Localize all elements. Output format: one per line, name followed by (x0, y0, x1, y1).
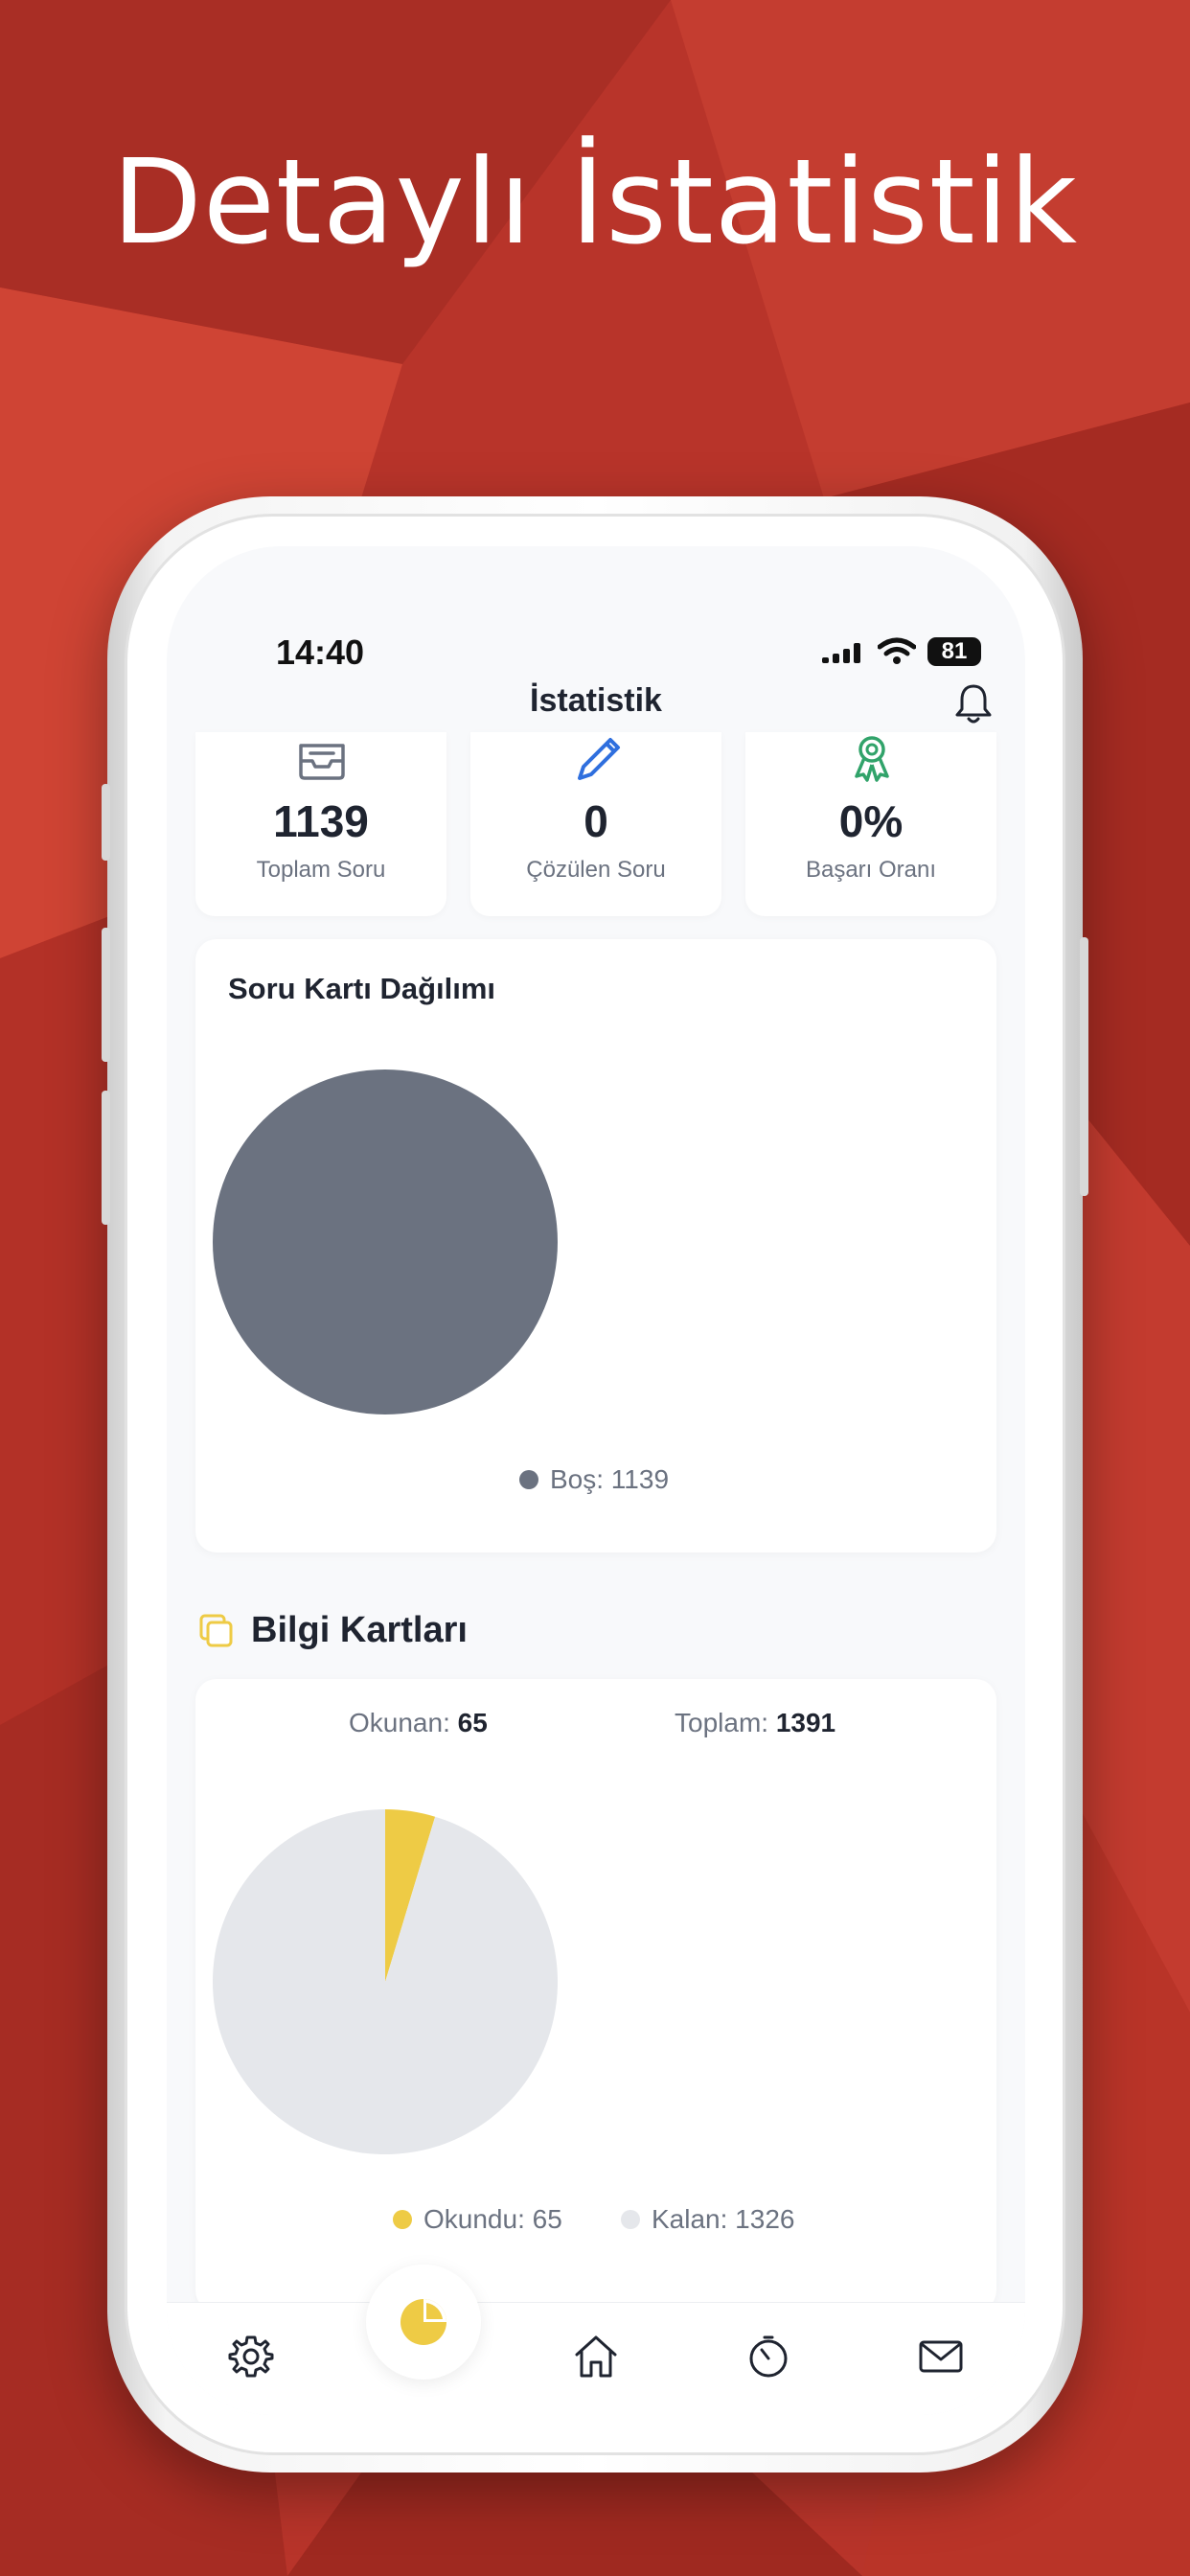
phone-side-button (102, 784, 110, 861)
stat-card-solved-questions: 0 Çözülen Soru (470, 732, 721, 916)
legend-label-remaining: Kalan: 1326 (652, 2204, 795, 2234)
headline-title: Detaylı İstatistik (111, 134, 1079, 270)
app-screen: 14:40 81 İstatistik 1139 Toplam Soru 0 Ç… (167, 546, 1025, 2415)
phone-power-button (1080, 937, 1088, 1196)
phone-volume-down-button (102, 1091, 110, 1225)
legend-label-empty: Boş: 1139 (550, 1464, 670, 1494)
read-count-value: 65 (457, 1708, 488, 1737)
stat-card-success-rate: 0% Başarı Oranı (745, 732, 996, 916)
bell-icon[interactable] (952, 680, 995, 726)
phone-frame: 14:40 81 İstatistik 1139 Toplam Soru 0 Ç… (102, 496, 1088, 2472)
read-count-label: Okunan: (349, 1708, 450, 1737)
signal-icon (822, 643, 860, 663)
stat-label-solved: Çözülen Soru (526, 857, 666, 883)
question-legend: Boş: 1139 (519, 1464, 669, 1495)
info-cards-section-title: Bilgi Kartları (251, 1610, 468, 1650)
timer-icon[interactable] (744, 2332, 793, 2381)
phone-volume-up-button (102, 928, 110, 1062)
status-icons: 81 (820, 631, 993, 673)
pie-chart-icon (400, 2299, 446, 2345)
info-legend-remaining: Kalan: 1326 (621, 2204, 794, 2235)
bottom-tab-bar (167, 2265, 1025, 2415)
total-count: Toplam: 1391 (675, 1708, 835, 1738)
question-pie-chart (213, 1070, 558, 1414)
home-icon[interactable] (571, 2332, 621, 2381)
question-distribution-card: Soru Kartı Dağılımı Boş: 1139 (195, 939, 996, 1552)
info-cards-card: Okunan: 65 Toplam: 1391 Okundu: 65 Kalan… (195, 1679, 996, 2312)
cards-icon (199, 1614, 233, 1646)
total-count-label: Toplam: (675, 1708, 769, 1737)
stat-label-success: Başarı Oranı (805, 857, 937, 883)
pie-slice-bo- (213, 1070, 558, 1414)
inbox-icon (299, 744, 345, 780)
settings-gear-icon[interactable] (226, 2332, 276, 2381)
total-count-value: 1391 (775, 1708, 836, 1737)
award-ribbon-icon (855, 736, 889, 782)
info-cards-section-header: Bilgi Kartları (197, 1610, 468, 1651)
legend-dot-remaining (621, 2210, 640, 2229)
question-distribution-title: Soru Kartı Dağılımı (228, 972, 496, 1005)
stat-value-success: 0% (838, 796, 904, 846)
read-count: Okunan: 65 (349, 1708, 488, 1738)
wifi-icon (878, 637, 916, 664)
page-title: İstatistik (530, 682, 662, 719)
tab-statistics[interactable] (366, 2265, 481, 2380)
legend-dot-read (393, 2210, 412, 2229)
pie-slice-kalan (212, 1809, 558, 2154)
legend-dot-empty (519, 1470, 538, 1489)
stat-card-total-questions: 1139 Toplam Soru (195, 732, 446, 916)
stat-value-solved: 0 (584, 796, 608, 846)
mail-icon[interactable] (916, 2332, 966, 2381)
info-legend-read: Okundu: 65 (393, 2204, 562, 2235)
battery-indicator: 81 (927, 637, 981, 666)
info-cards-pie-chart (212, 1809, 558, 2154)
stat-label-total: Toplam Soru (256, 857, 386, 883)
stat-value-total: 1139 (273, 796, 369, 846)
legend-label-read: Okundu: 65 (423, 2204, 562, 2234)
status-time: 14:40 (276, 632, 365, 672)
pencil-icon (578, 738, 620, 780)
